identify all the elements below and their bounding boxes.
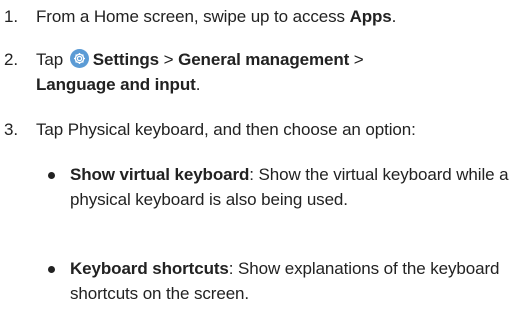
settings-label: Settings [92,50,159,69]
bullet-dot [48,172,55,179]
option-keyboard-shortcuts: Keyboard shortcuts: Show explanations of… [48,256,509,306]
tap-word: Tap [36,50,64,69]
step-number: 2. [4,50,18,69]
step-text: Tap Physical keyboard, and then choose a… [36,120,416,139]
step-2: 2. Tap Settings > General management > L… [0,47,509,97]
step-text: From a Home screen, swipe up to access [36,7,350,26]
option-title: Keyboard shortcuts [70,259,229,278]
separator: > [159,50,179,69]
language-and-input-label: Language and input [36,75,196,94]
option-show-virtual-keyboard: Show virtual keyboard: Show the virtual … [48,162,509,212]
step-3: 3. Tap Physical keyboard, and then choos… [0,117,509,142]
option-title: Show virtual keyboard [70,165,250,184]
instruction-document: 1. From a Home screen, swipe up to acces… [0,0,513,317]
step-number: 3. [4,120,18,139]
step-1: 1. From a Home screen, swipe up to acces… [0,4,509,29]
general-management-label: General management [178,50,350,69]
gear-icon [69,49,89,68]
apps-label: Apps [349,7,392,26]
step-number: 1. [4,7,18,26]
step-end: . [195,75,201,94]
step-end: . [391,7,397,26]
separator: > [349,50,364,69]
bullet-dot [48,266,55,273]
